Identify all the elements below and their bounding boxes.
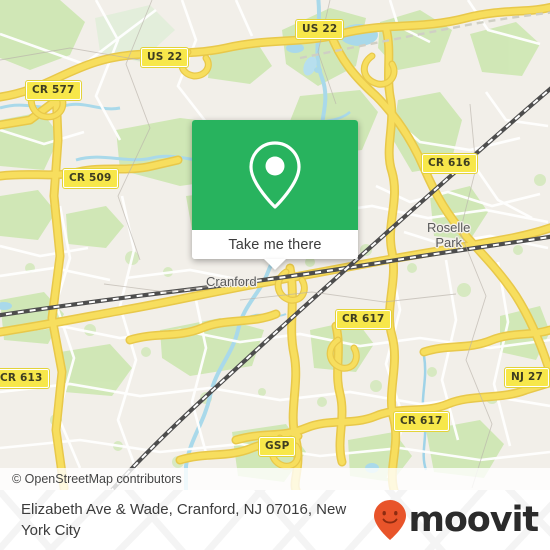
road-shield-us22-right[interactable]: US 22: [294, 19, 345, 40]
moovit-wordmark: moovit: [408, 499, 539, 540]
moovit-pin-icon: [374, 500, 407, 540]
attribution-text: © OpenStreetMap contributors: [12, 472, 182, 486]
moovit-logo[interactable]: moovit: [373, 499, 539, 541]
map-pin-icon: [249, 141, 301, 209]
take-me-there-label: Take me there: [228, 236, 322, 253]
popup-image-area: [192, 120, 358, 230]
popup-tail-pointer: [264, 259, 286, 270]
footer-bar: Elizabeth Ave & Wade, Cranford, NJ 07016…: [0, 490, 550, 550]
road-shield-us22-left[interactable]: US 22: [139, 47, 190, 68]
road-shield-cr617-lower[interactable]: CR 617: [393, 411, 450, 432]
road-shield-nj27[interactable]: NJ 27: [504, 367, 550, 388]
road-shield-cr617-upper[interactable]: CR 617: [335, 309, 392, 330]
address-text: Elizabeth Ave & Wade, Cranford, NJ 07016…: [21, 501, 347, 539]
map-attribution[interactable]: © OpenStreetMap contributors: [0, 468, 550, 490]
map-canvas[interactable]: US 22 US 22 CR 577 CR 509 CR 616 CR 617 …: [0, 0, 550, 490]
road-shield-cr509[interactable]: CR 509: [62, 168, 119, 189]
road-shield-cr613[interactable]: CR 613: [0, 368, 50, 389]
road-shield-cr577[interactable]: CR 577: [25, 80, 82, 101]
road-shield-gsp[interactable]: GSP: [257, 436, 297, 457]
popup-action-bar[interactable]: Take me there: [192, 230, 358, 259]
map-screenshot: US 22 US 22 CR 577 CR 509 CR 616 CR 617 …: [0, 0, 550, 550]
road-shield-cr616[interactable]: CR 616: [421, 153, 478, 174]
take-me-there-popup[interactable]: Take me there: [192, 120, 358, 270]
